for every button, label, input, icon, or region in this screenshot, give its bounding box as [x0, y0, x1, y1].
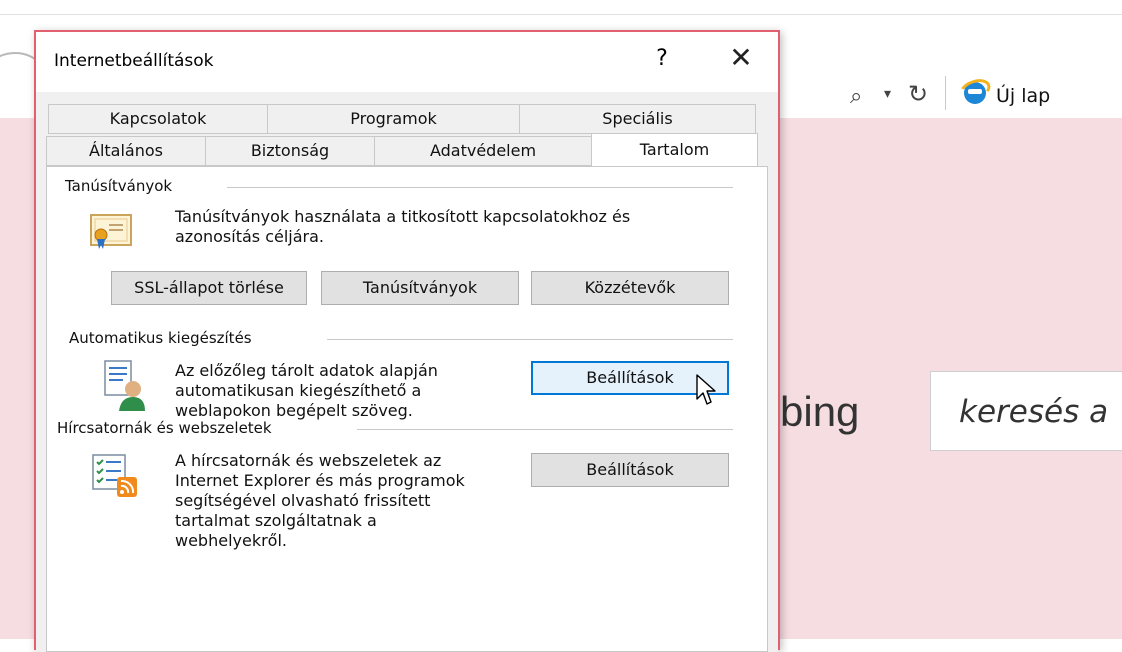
autocomplete-description-line3: weblapokon begépelt szöveg. — [175, 401, 413, 420]
help-button[interactable]: ? — [650, 46, 674, 71]
dialog-title: Internetbeállítások — [54, 51, 214, 71]
dialog-body: Kapcsolatok Programok Speciális Általáno… — [36, 92, 778, 652]
certificate-icon — [90, 214, 132, 249]
clear-ssl-state-button[interactable]: SSL-állapot törlése — [111, 271, 307, 305]
toolbar-divider — [0, 14, 1122, 15]
autocomplete-description-line2: automatikusan kiegészíthető a — [175, 381, 422, 400]
tab-adatvedelem[interactable]: Adatvédelem — [374, 136, 592, 166]
refresh-icon[interactable]: ↻ — [908, 80, 928, 108]
certificates-group-label: Tanúsítványok — [65, 177, 181, 195]
certificates-button[interactable]: Tanúsítványok — [321, 271, 519, 305]
search-icon[interactable]: ⌕ — [850, 84, 862, 109]
bing-logo: bing — [780, 388, 860, 435]
feeds-description-line3: segítségével olvasható frissített — [175, 491, 431, 510]
bing-search-input[interactable]: keresés a — [930, 371, 1122, 451]
browser-tab-new[interactable]: Új lap — [952, 72, 1122, 118]
feeds-group-label: Hírcsatornák és webszeletek — [57, 419, 280, 437]
search-placeholder: keresés a — [959, 394, 1109, 430]
rss-feed-icon — [92, 454, 137, 497]
feeds-description-line1: A hírcsatornák és webszeletek az — [175, 451, 442, 470]
publishers-button[interactable]: Közzétevők — [531, 271, 729, 305]
tab-programok[interactable]: Programok — [267, 104, 520, 134]
tab-label: Új lap — [996, 85, 1051, 107]
group-divider — [227, 187, 733, 188]
group-divider — [357, 429, 733, 430]
tab-panel-tartalom: Tanúsítványok Tanúsítványok használata a… — [46, 166, 768, 652]
feeds-settings-button[interactable]: Beállítások — [531, 453, 729, 487]
tab-specialis[interactable]: Speciális — [519, 104, 756, 134]
tab-altalanos[interactable]: Általános — [46, 136, 206, 166]
tab-kapcsolatok[interactable]: Kapcsolatok — [48, 104, 268, 134]
tab-row-front: Általános Biztonság Adatvédelem Tartalom — [46, 133, 758, 166]
autocomplete-group-label: Automatikus kiegészítés — [69, 329, 260, 347]
dialog-titlebar[interactable]: Internetbeállítások ? ✕ — [36, 32, 778, 92]
tab-biztonsag[interactable]: Biztonság — [205, 136, 375, 166]
certificates-description-line2: azonosítás céljára. — [175, 227, 325, 246]
tab-tartalom[interactable]: Tartalom — [591, 133, 758, 166]
certificates-description-line1: Tanúsítványok használata a titkosított k… — [175, 207, 631, 226]
feeds-description-line2: Internet Explorer és más programok — [175, 471, 465, 490]
autocomplete-description-line1: Az előzőleg tárolt adatok alapján — [175, 361, 438, 380]
feeds-description-line5: webhelyekről. — [175, 531, 287, 550]
close-button[interactable]: ✕ — [726, 44, 756, 72]
internet-explorer-ring — [956, 75, 994, 105]
internet-options-dialog: Internetbeállítások ? ✕ Kapcsolatok Prog… — [34, 30, 780, 652]
feeds-description-line4: tartalmat szolgáltatnak a — [175, 511, 377, 530]
tab-row-back: Kapcsolatok Programok Speciális — [48, 104, 756, 134]
group-divider — [327, 339, 733, 340]
dropdown-arrow-icon[interactable]: ▾ — [884, 86, 891, 102]
tab-separator — [945, 76, 946, 110]
mouse-pointer-icon — [696, 374, 716, 405]
autocomplete-user-icon — [104, 360, 145, 411]
